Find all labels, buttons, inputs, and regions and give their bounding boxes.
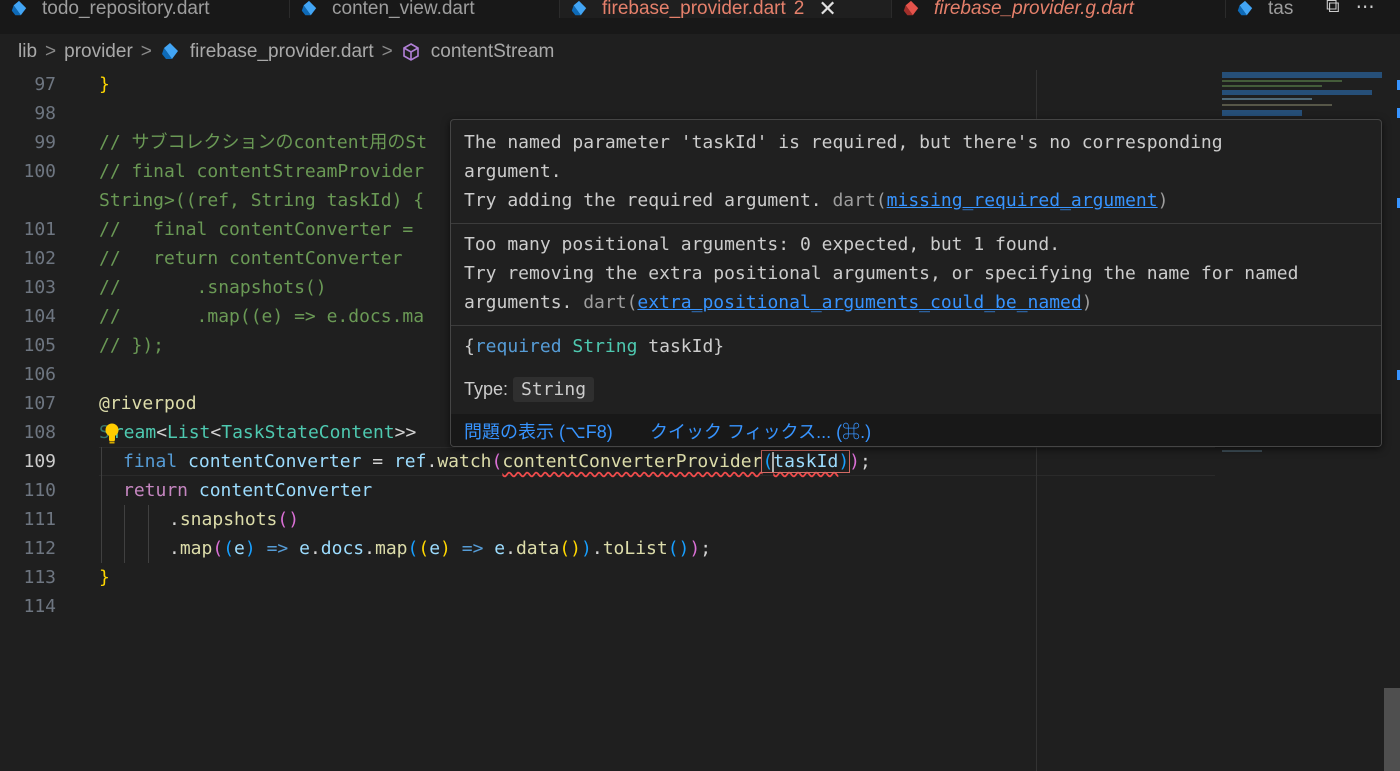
- line-number: 101: [23, 219, 56, 240]
- tab-label: firebase_provider.dart: [602, 0, 786, 18]
- line-number: 106: [23, 364, 56, 385]
- error-hint: Try adding the required argument. dart(m…: [464, 190, 1169, 211]
- code-text: // final contentStreamProvider: [99, 161, 425, 182]
- code-text: return contentConverter: [123, 480, 373, 501]
- code-text: // final contentConverter =: [99, 219, 425, 240]
- dart-error-icon: [903, 0, 919, 16]
- type-label: Type:: [464, 379, 509, 399]
- code-text: .map((e) => e.docs.map((e) => e.data()).…: [169, 538, 712, 559]
- close-tab-icon[interactable]: ✕: [818, 0, 836, 18]
- tab-firebase-provider[interactable]: firebase_provider.dart 2 ✕: [560, 0, 892, 18]
- error-code-link[interactable]: missing_required_argument: [887, 190, 1158, 211]
- tab-label: firebase_provider.g.dart: [934, 0, 1134, 18]
- error-message: The named parameter 'taskId' is required…: [464, 132, 1223, 153]
- line-number: 104: [23, 306, 56, 327]
- tab-label: tas: [1268, 0, 1294, 18]
- line-number: 113: [23, 567, 56, 588]
- line-number: 110: [23, 480, 56, 501]
- code-text: String>((ref, String taskId) {: [99, 190, 425, 211]
- tab-bar: todo_repository.dart conten_view.dart fi…: [0, 0, 1400, 34]
- dart-icon: [301, 0, 317, 16]
- line-number: 99: [34, 132, 56, 153]
- error-message: Too many positional arguments: 0 expecte…: [464, 234, 1061, 255]
- tab-firebase-provider-g[interactable]: firebase_provider.g.dart: [892, 0, 1226, 18]
- line-number: 112: [23, 538, 56, 559]
- error-hint: arguments. dart(extra_positional_argumen…: [464, 292, 1093, 313]
- error-message: argument.: [464, 161, 562, 182]
- tab-label: todo_repository.dart: [42, 0, 210, 18]
- parameter-signature: {required String taskId}: [464, 336, 725, 357]
- error-code-link[interactable]: extra_positional_arguments_could_be_name…: [637, 292, 1081, 313]
- quick-fix-button[interactable]: クイック フィックス... (⌘.): [650, 418, 871, 444]
- dart-icon: [161, 43, 178, 59]
- dart-icon: [11, 0, 27, 16]
- line-number: 103: [23, 277, 56, 298]
- code-text: // return contentConverter: [99, 248, 403, 269]
- dart-icon: [1237, 0, 1253, 16]
- tab-label: conten_view.dart: [332, 0, 475, 18]
- breadcrumb-separator: >: [140, 41, 152, 62]
- tab-conten-view[interactable]: conten_view.dart: [290, 0, 560, 18]
- code-text: }: [99, 74, 110, 95]
- line-number: 108: [23, 422, 56, 443]
- symbol-method-icon: [402, 43, 419, 61]
- tab-todo-repository[interactable]: todo_repository.dart: [0, 0, 290, 18]
- code-text: }: [99, 567, 110, 588]
- diagnostic-hover-popup: The named parameter 'taskId' is required…: [450, 119, 1382, 447]
- code-line-current: 109 final contentConverter = ref.watch(co…: [0, 447, 1220, 476]
- hover-actions-bar: 問題の表示 (⌥F8) クイック フィックス... (⌘.): [451, 414, 1381, 446]
- code-line: 110 return contentConverter: [0, 476, 1220, 505]
- more-actions-icon[interactable]: ⋯: [1356, 0, 1375, 19]
- hover-error-section: Too many positional arguments: 0 expecte…: [451, 223, 1381, 326]
- line-number: 107: [23, 393, 56, 414]
- code-text: @riverpod: [99, 393, 197, 414]
- line-number: 111: [23, 509, 56, 530]
- type-info: Type: String: [464, 375, 595, 404]
- line-number: 109: [23, 451, 56, 472]
- breadcrumb-lib[interactable]: lib: [18, 41, 37, 63]
- view-problem-button[interactable]: 問題の表示 (⌥F8): [464, 418, 613, 444]
- line-number: 105: [23, 335, 56, 356]
- code-line: 111 .snapshots(): [0, 505, 1220, 534]
- line-number: 97: [34, 74, 56, 95]
- code-line: 97}: [0, 70, 1220, 99]
- breadcrumb-separator: >: [45, 41, 57, 62]
- code-line: 112 .map((e) => e.docs.map((e) => e.data(…: [0, 534, 1220, 563]
- breadcrumb-symbol[interactable]: contentStream: [431, 41, 555, 63]
- problem-count-badge: 2: [793, 0, 805, 18]
- error-message: Try removing the extra positional argume…: [464, 263, 1299, 284]
- tab-tas[interactable]: tas: [1226, 0, 1326, 18]
- line-number: 102: [23, 248, 56, 269]
- code-line: 114: [0, 592, 1220, 621]
- code-text: Sream<List<TaskStateContent>>: [99, 422, 417, 443]
- split-editor-icon[interactable]: ⧉: [1326, 0, 1340, 18]
- breadcrumb-file[interactable]: firebase_provider.dart: [190, 41, 374, 63]
- code-text: // サブコレクションのcontent用のSt: [99, 132, 428, 153]
- line-number: 114: [23, 596, 56, 617]
- tab-actions: ⧉ ⋯: [1320, 0, 1400, 34]
- scrollbar-thumb[interactable]: [1384, 688, 1400, 771]
- breadcrumb-separator: >: [381, 41, 393, 62]
- breadcrumb: lib > provider > firebase_provider.dart …: [0, 34, 1400, 70]
- hover-signature-section: {required String taskId} Type: String: [451, 325, 1381, 414]
- code-text: // });: [99, 335, 165, 356]
- lightbulb-icon[interactable]: [102, 421, 122, 445]
- type-value: String: [513, 377, 595, 402]
- line-number: 98: [34, 103, 56, 124]
- code-text: .snapshots(): [169, 509, 300, 530]
- error-squiggle: contentConverterProvider: [502, 451, 763, 472]
- breadcrumb-provider[interactable]: provider: [64, 41, 133, 63]
- dart-icon: [571, 0, 587, 16]
- code-text: // .map((e) => e.docs.ma: [99, 306, 425, 327]
- code-line: 113}: [0, 563, 1220, 592]
- line-number: 100: [23, 161, 56, 182]
- code-text: // .snapshots(): [99, 277, 327, 298]
- hover-error-section: The named parameter 'taskId' is required…: [451, 120, 1381, 224]
- code-text: final contentConverter = ref.watch(conte…: [123, 450, 871, 473]
